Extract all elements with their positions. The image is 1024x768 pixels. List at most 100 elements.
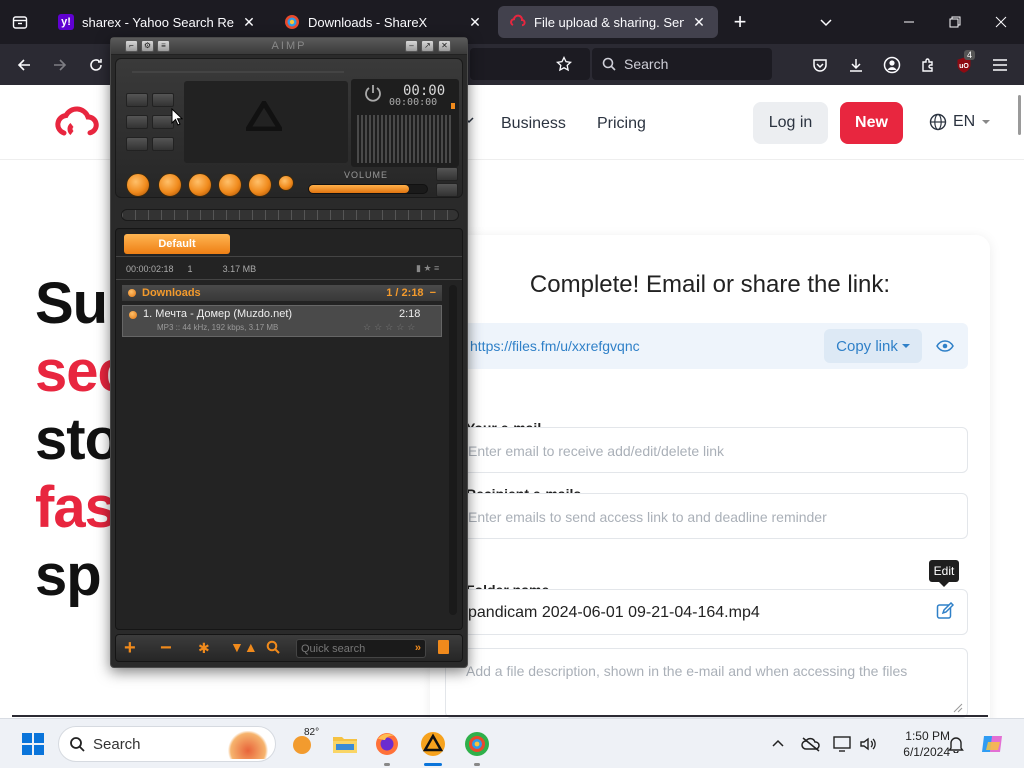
new-button[interactable]: New xyxy=(840,102,903,144)
search-icon[interactable] xyxy=(266,640,280,654)
extensions-icon[interactable] xyxy=(910,44,946,85)
nav-pricing[interactable]: Pricing xyxy=(597,115,646,133)
description-textarea[interactable]: Add a file description, shown in the e-m… xyxy=(445,648,968,718)
quick-search-input[interactable]: Quick search » xyxy=(296,639,426,658)
search-go-icon[interactable]: » xyxy=(415,642,421,654)
bookmark-star-icon[interactable] xyxy=(552,52,576,76)
onedrive-offline-icon[interactable] xyxy=(796,727,826,761)
folder-name-field[interactable]: pandicam 2024-06-01 09-21-04-164.mp4 xyxy=(445,589,968,635)
page-vertical-scrollbar[interactable] xyxy=(1018,95,1021,135)
new-tab-plus-icon[interactable]: + xyxy=(728,9,752,34)
hamburger-menu-icon[interactable] xyxy=(982,44,1018,85)
aimp-title-bar[interactable]: ⌐ ⚙ ≡ AIMP – ↗ ✕ xyxy=(111,38,467,55)
network-icon[interactable] xyxy=(828,727,856,761)
aimp-close-icon[interactable]: ✕ xyxy=(438,40,451,52)
power-icon[interactable] xyxy=(363,83,383,103)
collapse-icon[interactable]: − xyxy=(430,287,436,299)
login-button[interactable]: Log in xyxy=(753,102,828,144)
share-link-url[interactable]: https://files.fm/u/xxrefgvqnc xyxy=(470,338,640,354)
volume-speaker-icon[interactable] xyxy=(854,727,882,761)
page-horizontal-scrollbar[interactable] xyxy=(12,715,988,717)
playlist-tools-icon[interactable]: ▮ ★ ≡ xyxy=(416,263,439,274)
account-icon[interactable] xyxy=(874,44,910,85)
file-explorer-icon[interactable] xyxy=(328,727,362,761)
preview-eye-button[interactable] xyxy=(928,329,962,363)
ublock-origin-icon[interactable]: uO 4 xyxy=(946,44,982,85)
aimp-seek-bar[interactable] xyxy=(121,209,459,221)
nav-business[interactable]: Business xyxy=(501,115,566,133)
copilot-icon[interactable] xyxy=(976,727,1010,761)
aimp-stop-button[interactable] xyxy=(218,173,242,197)
aimp-minimize-icon[interactable]: – xyxy=(405,40,418,52)
playlist-scrollbar[interactable] xyxy=(449,285,457,615)
tab-overview-icon[interactable] xyxy=(8,10,32,34)
caret-down-icon xyxy=(901,344,910,348)
browser-search-box[interactable]: Search xyxy=(592,48,772,80)
aimp-playlist-toggle-icon[interactable] xyxy=(436,183,458,197)
sort-icon[interactable]: ▼▲ xyxy=(230,639,258,655)
aimp-crossfade-icon[interactable] xyxy=(126,137,148,151)
aimp-play-button[interactable] xyxy=(158,173,182,197)
list-tabs-chevron-icon[interactable] xyxy=(814,10,838,34)
resize-handle-icon[interactable] xyxy=(953,703,963,713)
copy-link-button[interactable]: Copy link xyxy=(824,329,922,363)
files-fm-logo[interactable] xyxy=(52,103,102,143)
close-tab-icon[interactable]: ✕ xyxy=(692,14,706,31)
aimp-balance-icon[interactable] xyxy=(152,93,174,107)
downloads-icon[interactable] xyxy=(838,44,874,85)
tab-yahoo-search[interactable]: y! sharex - Yahoo Search Results ✕ xyxy=(46,6,268,38)
select-files-icon[interactable]: ✱ xyxy=(198,640,210,657)
forward-arrow-icon[interactable] xyxy=(42,44,78,85)
aimp-cover-display xyxy=(184,81,348,163)
aimp-repeat-icon[interactable] xyxy=(126,115,148,129)
back-arrow-icon[interactable] xyxy=(6,44,42,85)
pocket-icon[interactable] xyxy=(802,44,838,85)
close-tab-icon[interactable]: ✕ xyxy=(468,14,482,31)
track-rating-stars-icon[interactable]: ☆☆☆☆☆ xyxy=(363,322,418,333)
aimp-eq-toggle-icon[interactable] xyxy=(126,93,148,107)
aimp-spectrum-icon[interactable] xyxy=(152,137,174,151)
recipients-field[interactable]: Enter emails to send access link to and … xyxy=(445,493,968,539)
aimp-taskbar-icon[interactable] xyxy=(416,727,450,766)
show-hidden-icons-chevron-icon[interactable] xyxy=(764,727,792,761)
remove-files-minus-icon[interactable]: − xyxy=(160,638,172,658)
weather-widget[interactable]: 82° xyxy=(286,727,320,761)
playlist-file-icon[interactable] xyxy=(438,640,449,654)
reload-icon[interactable] xyxy=(78,44,114,85)
eye-icon xyxy=(936,340,954,352)
aimp-open-button[interactable] xyxy=(278,175,294,191)
playlist-track-item[interactable]: 1. Мечта - Домер (Muzdo.net) 2:18 MP3 ::… xyxy=(122,305,442,337)
aimp-volume-fill xyxy=(309,185,410,193)
aimp-time-panel: 00:00 00:00:00 xyxy=(351,79,459,167)
tooltip-arrow xyxy=(939,582,949,587)
language-selector[interactable]: EN xyxy=(929,113,991,131)
aimp-next-button[interactable] xyxy=(248,173,272,197)
notification-bell-icon[interactable] xyxy=(942,727,970,761)
aimp-prev-button[interactable] xyxy=(126,173,150,197)
sharex-taskbar-icon[interactable] xyxy=(460,727,494,766)
track-dot-icon xyxy=(129,311,137,319)
system-clock[interactable]: 1:50 PM 6/1/2024 xyxy=(884,728,950,760)
email-field[interactable]: Enter email to receive add/edit/delete l… xyxy=(445,427,968,473)
aimp-pin-icon[interactable]: ↗ xyxy=(421,40,434,52)
taskbar-search-box[interactable]: Search xyxy=(58,726,276,762)
windows-start-icon[interactable] xyxy=(16,727,50,761)
add-files-plus-icon[interactable]: + xyxy=(124,638,136,658)
aimp-volume-slider[interactable] xyxy=(308,184,428,194)
aimp-mute-icon[interactable] xyxy=(436,167,458,181)
tab-sharex-downloads[interactable]: Downloads - ShareX ✕ xyxy=(272,6,494,38)
firefox-icon[interactable] xyxy=(370,727,404,766)
aimp-player-window[interactable]: ⌐ ⚙ ≡ AIMP – ↗ ✕ 00:00 00:00:00 VOLUME D… xyxy=(110,37,468,668)
tab-files-fm[interactable]: File upload & sharing. Send large ✕ xyxy=(498,6,718,38)
minimize-window-icon[interactable] xyxy=(886,0,932,44)
close-window-icon[interactable] xyxy=(978,0,1024,44)
aimp-pause-button[interactable] xyxy=(188,173,212,197)
edit-pencil-icon[interactable] xyxy=(936,602,954,620)
close-tab-icon[interactable]: ✕ xyxy=(242,14,256,31)
playlist-group-downloads[interactable]: Downloads 1 / 2:18 − xyxy=(122,285,442,301)
aimp-main-panel: 00:00 00:00:00 VOLUME xyxy=(115,58,463,198)
running-indicator xyxy=(384,763,390,766)
playlist-tab-default[interactable]: Default xyxy=(124,234,230,254)
restore-window-icon[interactable] xyxy=(932,0,978,44)
group-summary: 1 / 2:18 xyxy=(386,287,424,299)
